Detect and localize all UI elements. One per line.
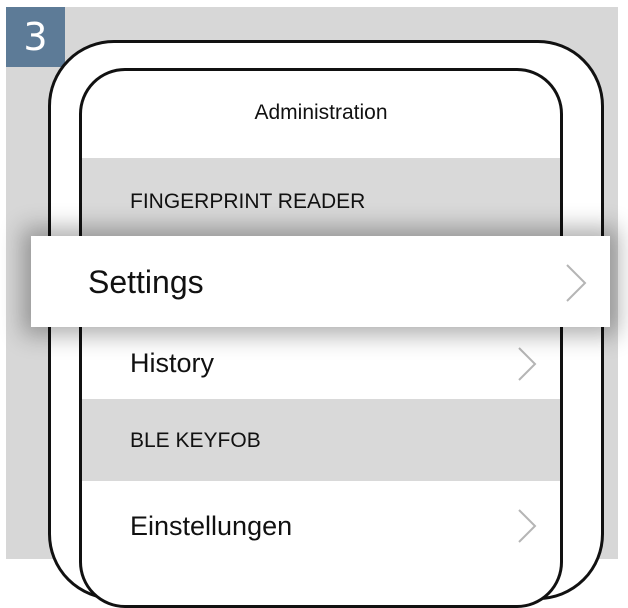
instruction-figure: 3 Administration FINGERPRINT READER Hist… [0, 0, 628, 608]
chevron-right-icon [516, 508, 538, 544]
section-header-fingerprint-reader: FINGERPRINT READER [82, 158, 560, 240]
chevron-right-icon [564, 263, 588, 303]
page-title: Administration [254, 101, 388, 124]
chevron-right-icon [516, 346, 538, 382]
step-number-badge: 3 [6, 7, 65, 67]
phone-screen: Administration FINGERPRINT READER Histor… [79, 68, 563, 608]
menu-item-label: Settings [88, 264, 204, 300]
section-header-ble-keyfob: BLE KEYFOB [82, 399, 560, 481]
menu-item-einstellungen[interactable]: Einstellungen [82, 489, 560, 559]
menu-item-history[interactable]: History [82, 328, 560, 398]
menu-item-label: Einstellungen [130, 511, 293, 541]
menu-item-settings-highlighted[interactable]: Settings [31, 236, 610, 327]
menu-item-label: History [130, 348, 215, 378]
